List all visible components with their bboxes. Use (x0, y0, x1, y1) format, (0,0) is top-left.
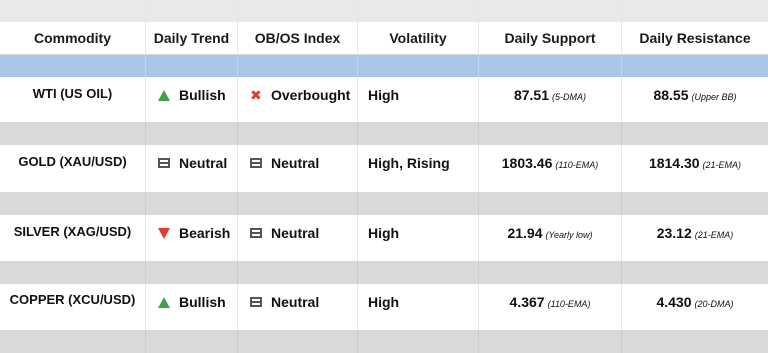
x-mark-red-icon: ✖ (250, 87, 262, 103)
trend-label: Bullish (179, 87, 226, 103)
support-level: 21.94 (Yearly low) (479, 225, 621, 243)
trend-cell: Bullish (158, 294, 226, 310)
neutral-bars-icon (250, 297, 262, 307)
top-strip (0, 0, 768, 22)
obos-cell: Neutral (250, 294, 319, 310)
triangle-up-green-icon (158, 296, 170, 308)
trend-cell: Neutral (158, 155, 227, 171)
trend-cell: Bearish (158, 225, 230, 241)
trend-label: Neutral (179, 155, 228, 171)
header-daily-resistance: Daily Resistance (639, 30, 751, 46)
header-row: Commodity Daily Trend OB/OS Index Volati… (0, 22, 768, 55)
resistance-value: 23.12 (656, 225, 692, 241)
header-daily-support: Daily Support (504, 30, 596, 46)
commodity-name: SILVER (XAG/USD) (13, 224, 132, 239)
table-row: COPPER (XCU/USD) Bullish Neutral High 4.… (0, 284, 768, 330)
resistance-level: 4.430 (20-DMA) (622, 294, 768, 312)
resistance-note: (Upper BB) (691, 92, 737, 102)
support-note: (110-EMA) (547, 299, 591, 309)
support-note: (5-DMA) (552, 92, 587, 102)
obos-label: Overbought (271, 87, 351, 103)
header-obos-index: OB/OS Index (254, 30, 341, 46)
support-value: 21.94 (507, 225, 543, 241)
resistance-value: 88.55 (653, 87, 689, 103)
header-volatility: Volatility (389, 30, 447, 46)
table-row: WTI (US OIL) Bullish ✖ Overbought High 8… (0, 77, 768, 122)
commodity-name: COPPER (XCU/USD) (9, 292, 136, 307)
support-value: 4.367 (509, 294, 545, 310)
header-daily-trend: Daily Trend (153, 30, 230, 46)
triangle-up-green-icon (158, 89, 170, 101)
support-level: 1803.46 (110-EMA) (479, 155, 621, 173)
neutral-bars-icon (250, 158, 262, 168)
gray-band (0, 330, 768, 353)
obos-cell: Neutral (250, 155, 319, 171)
support-level: 4.367 (110-EMA) (479, 294, 621, 312)
gray-band (0, 122, 768, 145)
commodity-name: GOLD (XAU/USD) (18, 154, 127, 169)
gray-band (0, 261, 768, 284)
resistance-note: (20-DMA) (694, 299, 734, 309)
support-note: (110-EMA) (555, 160, 599, 170)
neutral-bars-icon (158, 158, 170, 168)
resistance-level: 1814.30 (21-EMA) (622, 155, 768, 173)
obos-label: Neutral (271, 294, 320, 310)
resistance-value: 4.430 (656, 294, 692, 310)
volatility-value: High (368, 87, 400, 103)
obos-cell: Neutral (250, 225, 319, 241)
resistance-level: 88.55 (Upper BB) (622, 87, 768, 105)
support-value: 1803.46 (501, 155, 553, 171)
commodity-table: Commodity Daily Trend OB/OS Index Volati… (0, 0, 768, 353)
blue-band (0, 55, 768, 77)
resistance-level: 23.12 (21-EMA) (622, 225, 768, 243)
volatility-value: High (368, 294, 400, 310)
triangle-down-red-icon (158, 227, 170, 239)
support-level: 87.51 (5-DMA) (479, 87, 621, 105)
resistance-note: (21-EMA) (694, 230, 734, 240)
gray-band (0, 192, 768, 215)
trend-label: Bullish (179, 294, 226, 310)
volatility-value: High (368, 225, 400, 241)
support-value: 87.51 (513, 87, 550, 103)
obos-label: Neutral (271, 225, 320, 241)
trend-cell: Bullish (158, 87, 226, 103)
table-row: GOLD (XAU/USD) Neutral Neutral High, Ris… (0, 145, 768, 192)
volatility-value: High, Rising (368, 155, 450, 171)
obos-cell: ✖ Overbought (250, 87, 350, 103)
trend-label: Bearish (179, 225, 231, 241)
support-note: (Yearly low) (545, 230, 593, 240)
header-commodity: Commodity (34, 30, 111, 46)
neutral-bars-icon (250, 228, 262, 238)
resistance-note: (21-EMA) (702, 160, 742, 170)
table-row: SILVER (XAG/USD) Bearish Neutral High 21… (0, 215, 768, 261)
obos-label: Neutral (271, 155, 320, 171)
resistance-value: 1814.30 (648, 155, 700, 171)
commodity-name: WTI (US OIL) (32, 86, 113, 101)
